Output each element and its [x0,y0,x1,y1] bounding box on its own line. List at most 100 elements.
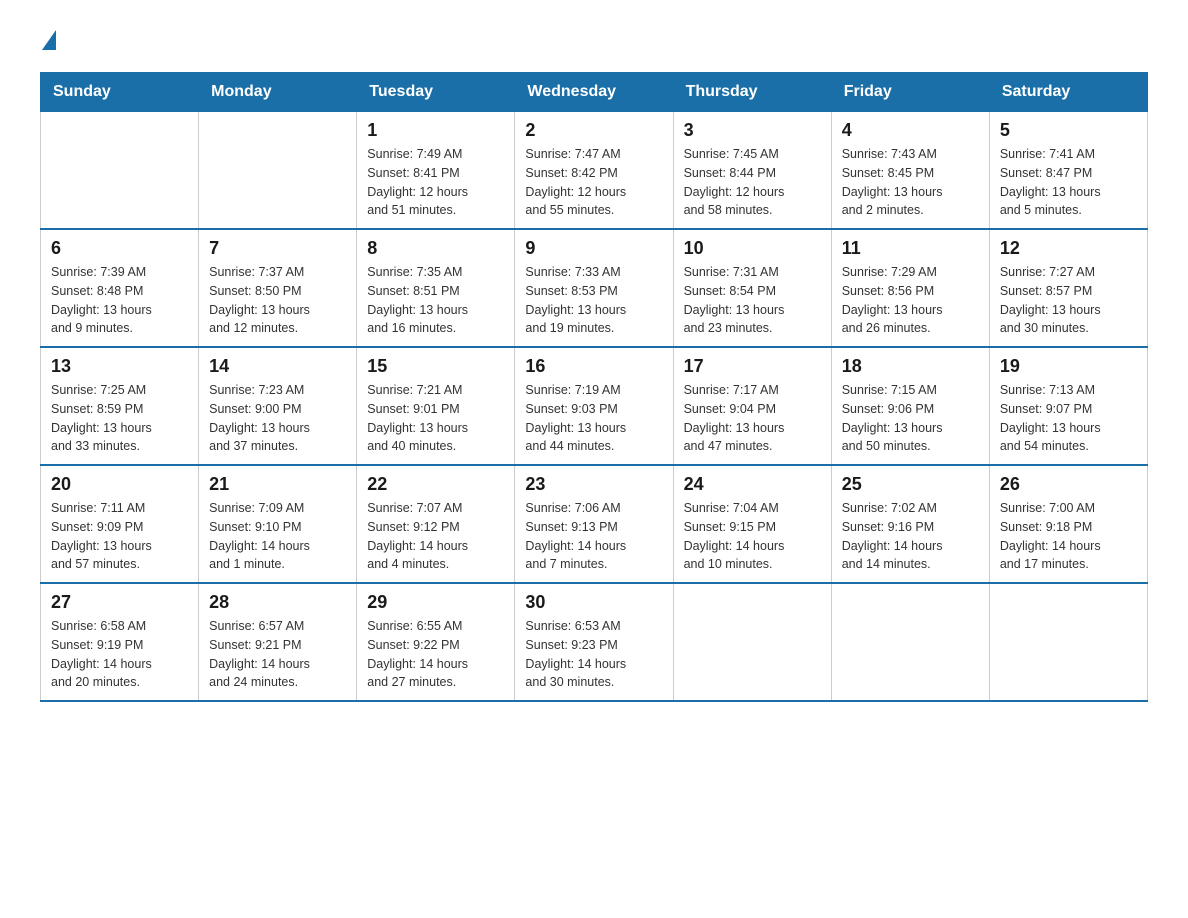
header-row: Sunday Monday Tuesday Wednesday Thursday… [41,73,1148,112]
day-number: 17 [684,356,821,377]
calendar-cell: 9 Sunrise: 7:33 AM Sunset: 8:53 PM Daylig… [515,229,673,347]
day-number: 5 [1000,120,1137,141]
calendar-cell: 8Sunrise: 7:35 AM Sunset: 8:51 PM Daylig… [357,229,515,347]
day-number: 28 [209,592,346,613]
day-number: 25 [842,474,979,495]
day-number: 24 [684,474,821,495]
day-info: Sunrise: 7:07 AM Sunset: 9:12 PM Dayligh… [367,499,504,574]
day-number: 27 [51,592,188,613]
day-info: Sunrise: 7:23 AM Sunset: 9:00 PM Dayligh… [209,381,346,456]
col-tuesday: Tuesday [357,73,515,112]
calendar-cell: 28Sunrise: 6:57 AM Sunset: 9:21 PM Dayli… [199,583,357,701]
day-number: 16 [525,356,662,377]
day-info: Sunrise: 7:47 AM Sunset: 8:42 PM Dayligh… [525,145,662,220]
day-number: 15 [367,356,504,377]
day-number: 1 [367,120,504,141]
calendar-cell [831,583,989,701]
calendar-cell: 20 Sunrise: 7:11 AM Sunset: 9:09 PM Dayli… [41,465,199,583]
day-info: Sunrise: 7:21 AM Sunset: 9:01 PM Dayligh… [367,381,504,456]
calendar-cell: 14 Sunrise: 7:23 AM Sunset: 9:00 PM Dayli… [199,347,357,465]
col-sunday: Sunday [41,73,199,112]
calendar-cell [199,112,357,230]
day-info: Sunrise: 7:17 AM Sunset: 9:04 PM Dayligh… [684,381,821,456]
page-header [40,30,1148,52]
calendar-cell: 4 Sunrise: 7:43 AM Sunset: 8:45 PM Daylig… [831,112,989,230]
day-number: 13 [51,356,188,377]
col-saturday: Saturday [989,73,1147,112]
day-info: Sunrise: 7:02 AM Sunset: 9:16 PM Dayligh… [842,499,979,574]
day-number: 22 [367,474,504,495]
day-number: 23 [525,474,662,495]
calendar-cell: 6 Sunrise: 7:39 AM Sunset: 8:48 PM Daylig… [41,229,199,347]
day-number: 4 [842,120,979,141]
day-info: Sunrise: 7:45 AM Sunset: 8:44 PM Dayligh… [684,145,821,220]
calendar-cell [673,583,831,701]
calendar-week-row: 27 Sunrise: 6:58 AM Sunset: 9:19 PM Dayli… [41,583,1148,701]
day-number: 21 [209,474,346,495]
day-info: Sunrise: 6:53 AM Sunset: 9:23 PM Dayligh… [525,617,662,692]
day-number: 9 [525,238,662,259]
calendar-cell [41,112,199,230]
calendar-cell: 3 Sunrise: 7:45 AM Sunset: 8:44 PM Daylig… [673,112,831,230]
day-info: Sunrise: 7:09 AM Sunset: 9:10 PM Dayligh… [209,499,346,574]
calendar-cell: 21 Sunrise: 7:09 AM Sunset: 9:10 PM Dayli… [199,465,357,583]
day-info: Sunrise: 6:58 AM Sunset: 9:19 PM Dayligh… [51,617,188,692]
day-info: Sunrise: 7:41 AM Sunset: 8:47 PM Dayligh… [1000,145,1137,220]
day-number: 12 [1000,238,1137,259]
calendar-cell: 2 Sunrise: 7:47 AM Sunset: 8:42 PM Daylig… [515,112,673,230]
day-number: 29 [367,592,504,613]
calendar-cell: 5 Sunrise: 7:41 AM Sunset: 8:47 PM Daylig… [989,112,1147,230]
day-info: Sunrise: 7:11 AM Sunset: 9:09 PM Dayligh… [51,499,188,574]
calendar-cell: 25 Sunrise: 7:02 AM Sunset: 9:16 PM Dayli… [831,465,989,583]
calendar-cell: 1Sunrise: 7:49 AM Sunset: 8:41 PM Daylig… [357,112,515,230]
day-info: Sunrise: 7:33 AM Sunset: 8:53 PM Dayligh… [525,263,662,338]
day-number: 2 [525,120,662,141]
calendar-cell: 12Sunrise: 7:27 AM Sunset: 8:57 PM Dayli… [989,229,1147,347]
day-info: Sunrise: 7:39 AM Sunset: 8:48 PM Dayligh… [51,263,188,338]
calendar-body: 1Sunrise: 7:49 AM Sunset: 8:41 PM Daylig… [41,112,1148,702]
calendar-header: Sunday Monday Tuesday Wednesday Thursday… [41,73,1148,112]
calendar-cell: 10Sunrise: 7:31 AM Sunset: 8:54 PM Dayli… [673,229,831,347]
calendar-week-row: 20 Sunrise: 7:11 AM Sunset: 9:09 PM Dayli… [41,465,1148,583]
day-number: 6 [51,238,188,259]
day-number: 26 [1000,474,1137,495]
calendar-week-row: 6 Sunrise: 7:39 AM Sunset: 8:48 PM Daylig… [41,229,1148,347]
calendar-cell: 7Sunrise: 7:37 AM Sunset: 8:50 PM Daylig… [199,229,357,347]
calendar-cell: 29 Sunrise: 6:55 AM Sunset: 9:22 PM Dayli… [357,583,515,701]
calendar-cell: 23 Sunrise: 7:06 AM Sunset: 9:13 PM Dayli… [515,465,673,583]
calendar-cell: 22 Sunrise: 7:07 AM Sunset: 9:12 PM Dayli… [357,465,515,583]
day-number: 30 [525,592,662,613]
logo-triangle-icon [42,30,56,50]
day-info: Sunrise: 7:25 AM Sunset: 8:59 PM Dayligh… [51,381,188,456]
col-thursday: Thursday [673,73,831,112]
day-number: 20 [51,474,188,495]
calendar-cell: 13 Sunrise: 7:25 AM Sunset: 8:59 PM Dayli… [41,347,199,465]
day-number: 14 [209,356,346,377]
col-wednesday: Wednesday [515,73,673,112]
calendar-cell: 27 Sunrise: 6:58 AM Sunset: 9:19 PM Dayli… [41,583,199,701]
calendar-cell: 11Sunrise: 7:29 AM Sunset: 8:56 PM Dayli… [831,229,989,347]
day-number: 7 [209,238,346,259]
day-number: 10 [684,238,821,259]
day-info: Sunrise: 7:00 AM Sunset: 9:18 PM Dayligh… [1000,499,1137,574]
day-info: Sunrise: 7:06 AM Sunset: 9:13 PM Dayligh… [525,499,662,574]
calendar-cell: 30 Sunrise: 6:53 AM Sunset: 9:23 PM Dayli… [515,583,673,701]
day-info: Sunrise: 7:04 AM Sunset: 9:15 PM Dayligh… [684,499,821,574]
calendar-cell: 17 Sunrise: 7:17 AM Sunset: 9:04 PM Dayli… [673,347,831,465]
day-info: Sunrise: 7:35 AM Sunset: 8:51 PM Dayligh… [367,263,504,338]
calendar-cell: 15 Sunrise: 7:21 AM Sunset: 9:01 PM Dayli… [357,347,515,465]
logo [40,30,56,52]
day-info: Sunrise: 7:43 AM Sunset: 8:45 PM Dayligh… [842,145,979,220]
day-number: 3 [684,120,821,141]
calendar-week-row: 13 Sunrise: 7:25 AM Sunset: 8:59 PM Dayli… [41,347,1148,465]
day-number: 19 [1000,356,1137,377]
col-friday: Friday [831,73,989,112]
calendar-table: Sunday Monday Tuesday Wednesday Thursday… [40,72,1148,702]
calendar-cell: 24 Sunrise: 7:04 AM Sunset: 9:15 PM Dayli… [673,465,831,583]
calendar-cell: 19Sunrise: 7:13 AM Sunset: 9:07 PM Dayli… [989,347,1147,465]
day-info: Sunrise: 7:19 AM Sunset: 9:03 PM Dayligh… [525,381,662,456]
day-info: Sunrise: 7:29 AM Sunset: 8:56 PM Dayligh… [842,263,979,338]
calendar-cell: 26 Sunrise: 7:00 AM Sunset: 9:18 PM Dayli… [989,465,1147,583]
calendar-cell [989,583,1147,701]
day-info: Sunrise: 6:55 AM Sunset: 9:22 PM Dayligh… [367,617,504,692]
